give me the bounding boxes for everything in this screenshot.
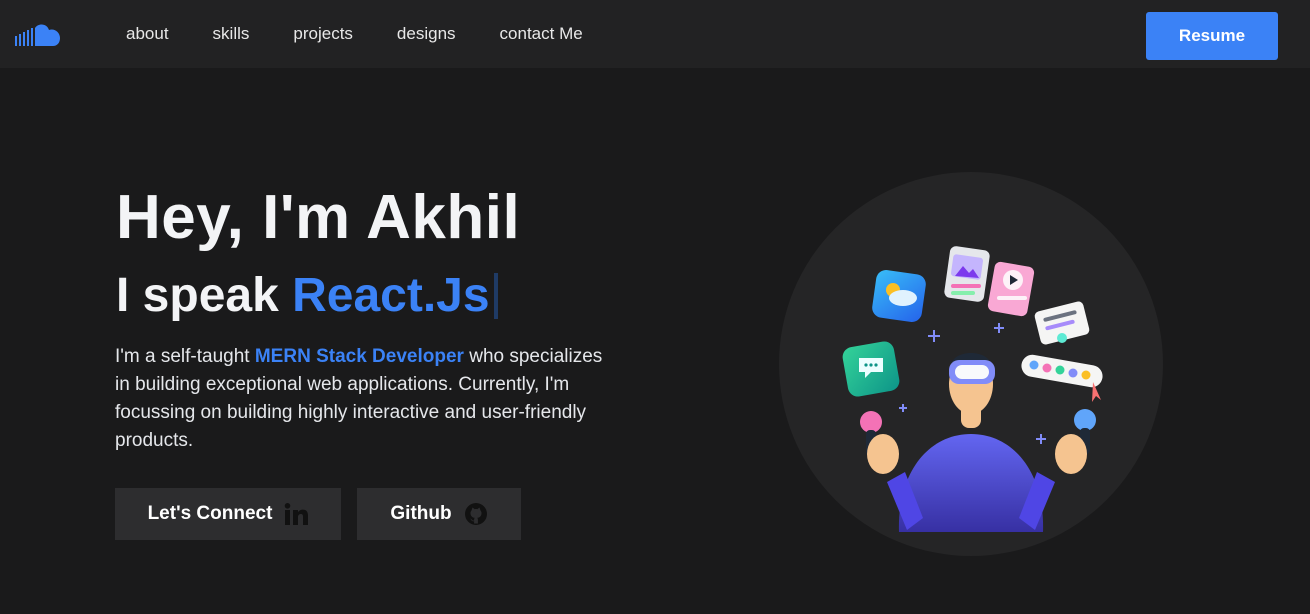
linkedin-icon	[284, 503, 309, 525]
github-icon	[464, 502, 488, 526]
hero-subtitle: I speak React.Js	[116, 268, 498, 323]
speak-tech: React.Js	[292, 269, 490, 322]
speak-prefix: I speak	[116, 269, 293, 322]
github-button[interactable]: Github	[357, 488, 521, 540]
nav-link-designs[interactable]: designs	[397, 24, 456, 44]
github-label: Github	[390, 503, 452, 524]
typing-cursor	[493, 273, 498, 319]
hero-description: I'm a self-taught MERN Stack Developer w…	[115, 343, 615, 455]
desc-prefix: I'm a self-taught	[115, 346, 255, 367]
nav-link-contact[interactable]: contact Me	[500, 24, 583, 44]
hero-title: Hey, I'm Akhil	[116, 183, 521, 252]
lets-connect-button[interactable]: Let's Connect	[115, 488, 341, 540]
nav-links: about skills projects designs contact Me	[126, 0, 627, 68]
vr-developer-illustration	[842, 246, 1103, 532]
nav-link-about[interactable]: about	[126, 24, 169, 44]
desc-highlight: MERN Stack Developer	[254, 346, 464, 367]
cloud-logo-icon[interactable]	[14, 22, 62, 48]
lets-connect-label: Let's Connect	[147, 503, 273, 524]
resume-button[interactable]: Resume	[1146, 12, 1278, 60]
navbar: about skills projects designs contact Me…	[0, 0, 1310, 68]
nav-link-skills[interactable]: skills	[213, 24, 250, 44]
nav-link-projects[interactable]: projects	[293, 24, 353, 44]
